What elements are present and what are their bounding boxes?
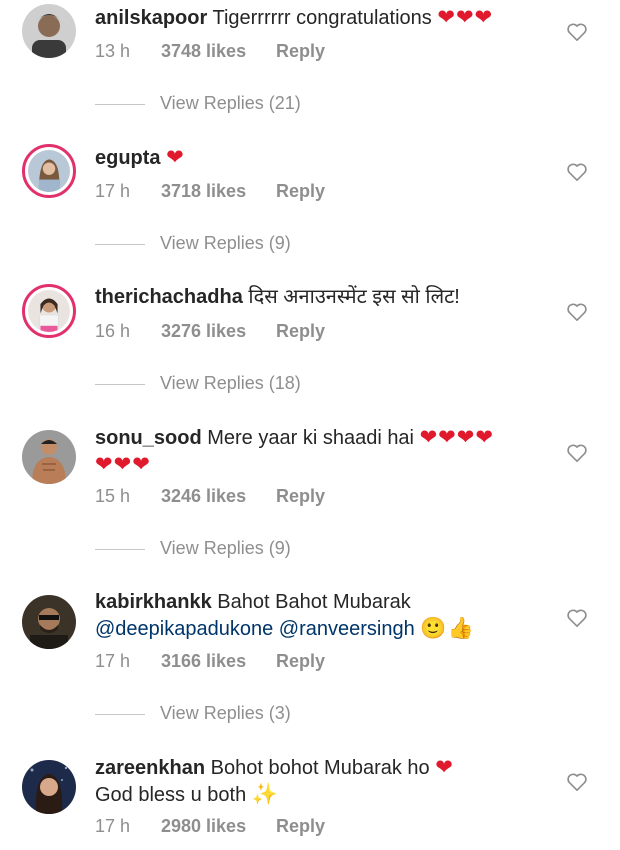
likes-count[interactable]: 3718 likes — [161, 181, 276, 202]
avatar[interactable] — [22, 4, 76, 58]
comment-meta: 17 h 2980 likes Reply — [95, 816, 325, 837]
heart-outline-icon[interactable] — [566, 772, 588, 792]
heart-emoji: ❤❤❤ — [437, 5, 494, 29]
comment-body: anilskapoor Tigerrrrrr congratulations ❤… — [95, 4, 550, 31]
divider — [95, 714, 145, 715]
comment-text: Tigerrrrrr congratulations — [212, 7, 432, 29]
likes-count[interactable]: 3166 likes — [161, 651, 276, 672]
likes-count[interactable]: 2980 likes — [161, 816, 276, 837]
username[interactable]: egupta — [95, 147, 161, 169]
sparkles-emoji: ✨ — [251, 782, 279, 806]
heart-outline-icon[interactable] — [566, 608, 588, 628]
timestamp: 13 h — [95, 41, 131, 61]
comment-text: Bahot Bahot Mubarak — [217, 591, 411, 613]
divider — [95, 384, 145, 385]
comment-text: दिस अनाउनस्मेंट इस सो लिट! — [248, 286, 460, 308]
timestamp: 17 h — [95, 181, 131, 201]
likes-count[interactable]: 3276 likes — [161, 321, 276, 342]
avatar[interactable] — [22, 430, 76, 484]
username[interactable]: anilskapoor — [95, 7, 207, 29]
comment-text: Mere yaar ki shaadi hai — [207, 427, 415, 449]
timestamp: 16 h — [95, 321, 131, 341]
heart-outline-icon[interactable] — [566, 22, 588, 42]
comment-body: zareenkhan Bohot bohot Mubarak ho ❤ God … — [95, 754, 550, 808]
likes-count[interactable]: 3246 likes — [161, 486, 276, 507]
heart-outline-icon[interactable] — [566, 302, 588, 322]
heart-emoji: ❤ — [166, 145, 185, 169]
comment-body: sonu_sood Mere yaar ki shaadi hai ❤❤❤❤ ❤… — [95, 424, 550, 478]
reply-button[interactable]: Reply — [276, 486, 325, 507]
heart-emoji: ❤ — [435, 755, 454, 779]
view-replies-label[interactable]: View Replies (21) — [160, 93, 301, 114]
avatar[interactable] — [22, 760, 76, 814]
comment-body: kabirkhankk Bahot Bahot Mubarak @deepika… — [95, 589, 550, 642]
username[interactable]: therichachadha — [95, 286, 243, 308]
comment-meta: 17 h 3166 likes Reply — [95, 651, 325, 672]
timestamp: 15 h — [95, 486, 131, 506]
username[interactable]: sonu_sood — [95, 427, 202, 449]
comment-meta: 15 h 3246 likes Reply — [95, 486, 325, 507]
comment-meta: 13 h 3748 likes Reply — [95, 41, 325, 62]
divider — [95, 244, 145, 245]
reply-button[interactable]: Reply — [276, 816, 325, 837]
view-replies-label[interactable]: View Replies (9) — [160, 538, 291, 559]
avatar[interactable] — [22, 144, 76, 198]
divider — [95, 549, 145, 550]
smile-thumbs-emoji: 🙂👍 — [420, 616, 475, 640]
mention-link[interactable]: @deepikapadukone — [95, 618, 273, 640]
timestamp: 17 h — [95, 651, 131, 671]
avatar[interactable] — [22, 284, 76, 338]
username[interactable]: zareenkhan — [95, 757, 205, 779]
heart-outline-icon[interactable] — [566, 162, 588, 182]
view-replies-label[interactable]: View Replies (3) — [160, 703, 291, 724]
comment-meta: 16 h 3276 likes Reply — [95, 321, 325, 342]
view-replies-label[interactable]: View Replies (9) — [160, 233, 291, 254]
divider — [95, 104, 145, 105]
avatar[interactable] — [22, 595, 76, 649]
heart-outline-icon[interactable] — [566, 443, 588, 463]
reply-button[interactable]: Reply — [276, 181, 325, 202]
reply-button[interactable]: Reply — [276, 321, 325, 342]
username[interactable]: kabirkhankk — [95, 591, 212, 613]
comment-meta: 17 h 3718 likes Reply — [95, 181, 325, 202]
mention-link[interactable]: @ranveersingh — [279, 618, 415, 640]
likes-count[interactable]: 3748 likes — [161, 41, 276, 62]
reply-button[interactable]: Reply — [276, 651, 325, 672]
reply-button[interactable]: Reply — [276, 41, 325, 62]
view-replies-label[interactable]: View Replies (18) — [160, 373, 301, 394]
heart-emoji: ❤❤❤ — [95, 452, 151, 476]
comment-body: egupta ❤ — [95, 144, 550, 171]
comment-body: therichachadha दिस अनाउनस्मेंट इस सो लिट… — [95, 284, 550, 310]
comment-text: Bohot bohot Mubarak ho — [210, 757, 430, 779]
timestamp: 17 h — [95, 816, 131, 836]
comment-text-line2: God bless u both — [95, 784, 247, 806]
heart-emoji: ❤❤❤❤ — [419, 425, 494, 449]
